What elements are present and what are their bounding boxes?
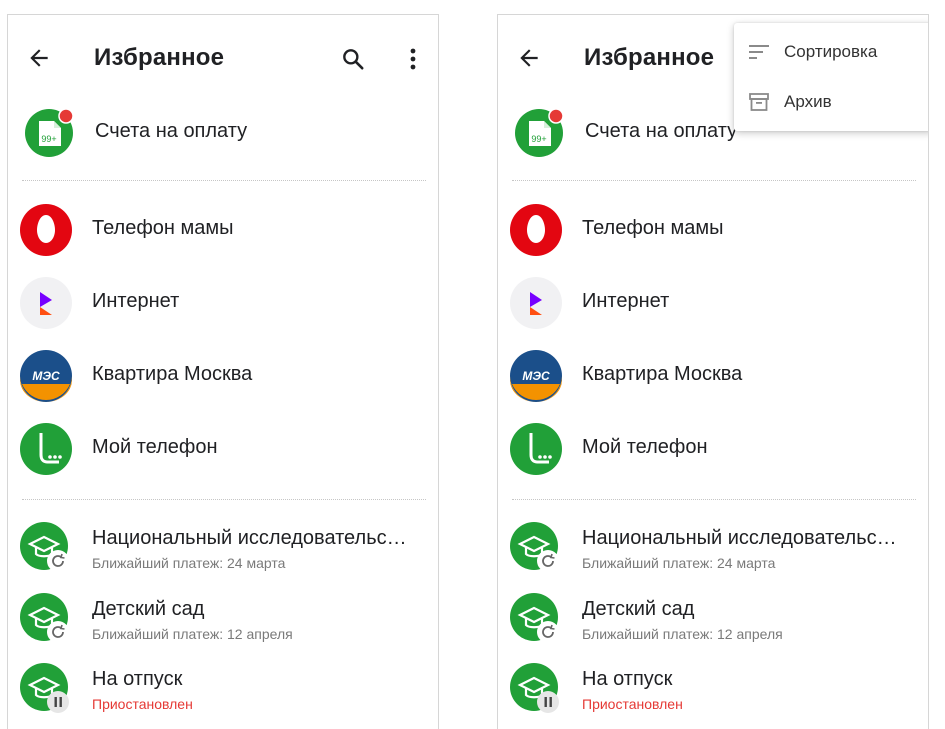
favorite-item[interactable]: Интернет: [8, 270, 438, 336]
favorite-label: Квартира Москва: [582, 363, 743, 385]
favorite-label: Мой телефон: [92, 436, 218, 458]
favorite-item[interactable]: МЭС Квартира Москва: [498, 343, 928, 409]
autopayment-label: На отпуск: [92, 668, 183, 690]
page-title: Избранное: [94, 44, 225, 71]
autopayment-item[interactable]: На отпуск Приостановлен: [498, 656, 928, 722]
autopayment-item[interactable]: На отпуск Приостановлен: [8, 656, 438, 722]
education-icon: [20, 593, 69, 643]
favorite-item[interactable]: МЭС Квартира Москва: [8, 343, 438, 409]
autopayment-label: Национальный исследовательс…: [582, 527, 897, 549]
favorite-label: Телефон мамы: [92, 217, 234, 239]
page-title: Избранное: [584, 44, 715, 71]
screen-favorites: Избранное 99+ Счета на оплату Телефон ма…: [7, 14, 439, 729]
autopayment-status: Ближайший платеж: 12 апреля: [582, 626, 783, 642]
favorite-label: Мой телефон: [582, 436, 708, 458]
education-icon: [510, 522, 559, 572]
education-paused-icon: [510, 663, 559, 713]
favorite-item[interactable]: Телефон мамы: [498, 197, 928, 263]
mes-icon: МЭС: [510, 350, 562, 402]
menu-item-sort[interactable]: Сортировка: [734, 27, 928, 77]
megafon-icon: [510, 423, 562, 475]
back-arrow-icon[interactable]: [26, 45, 52, 71]
megafon-icon: [20, 423, 72, 475]
favorite-item[interactable]: Телефон мамы: [8, 197, 438, 263]
svg-text:99+: 99+: [41, 134, 56, 144]
svg-text:99+: 99+: [531, 134, 546, 144]
mes-icon: МЭС: [20, 350, 72, 402]
favorite-label: Квартира Москва: [92, 363, 253, 385]
favorite-item[interactable]: Мой телефон: [498, 416, 928, 482]
favorite-label: Интернет: [92, 290, 180, 312]
autopayment-item[interactable]: Детский сад Ближайший платеж: 12 апреля: [8, 586, 438, 652]
sort-icon: [749, 45, 769, 59]
autopayment-label: Детский сад: [582, 598, 695, 620]
autopayment-status: Ближайший платеж: 24 марта: [582, 555, 776, 571]
mts-icon: [510, 204, 562, 256]
bills-icon: 99+: [515, 108, 564, 157]
divider: [512, 499, 916, 500]
favorite-item[interactable]: Мой телефон: [8, 416, 438, 482]
menu-item-label: Архив: [784, 92, 832, 111]
autopayment-item[interactable]: Национальный исследовательс… Ближайший п…: [498, 515, 928, 581]
autopayment-label: На отпуск: [582, 668, 673, 690]
autopayment-status: Ближайший платеж: 24 марта: [92, 555, 286, 571]
favorite-label: Телефон мамы: [582, 217, 724, 239]
education-icon: [20, 522, 69, 572]
education-paused-icon: [20, 663, 69, 713]
autopayment-item[interactable]: Национальный исследовательс… Ближайший п…: [8, 515, 438, 581]
back-arrow-icon[interactable]: [516, 45, 542, 71]
screen-favorites-menu-open: Избранное Сортировка Архив 99+ Счета на …: [497, 14, 929, 729]
autopayment-label: Национальный исследовательс…: [92, 527, 407, 549]
menu-item-label: Сортировка: [784, 42, 878, 61]
rostelecom-icon: [20, 277, 72, 329]
bills-to-pay-item[interactable]: 99+ Счета на оплату: [8, 100, 438, 166]
bills-icon: 99+: [25, 108, 74, 157]
search-icon[interactable]: [340, 46, 366, 72]
overflow-menu: Сортировка Архив: [734, 23, 928, 131]
rostelecom-icon: [510, 277, 562, 329]
mts-icon: [20, 204, 72, 256]
favorite-label: Интернет: [582, 290, 670, 312]
bills-label: Счета на оплату: [95, 120, 248, 142]
divider: [22, 499, 426, 500]
svg-text:МЭС: МЭС: [32, 369, 60, 383]
favorite-item[interactable]: Интернет: [498, 270, 928, 336]
autopayment-status-paused: Приостановлен: [92, 696, 193, 712]
divider: [512, 180, 916, 181]
autopayment-status-paused: Приостановлен: [582, 696, 683, 712]
svg-text:МЭС: МЭС: [522, 369, 550, 383]
archive-icon: [749, 93, 769, 111]
autopayment-status: Ближайший платеж: 12 апреля: [92, 626, 293, 642]
autopayment-item[interactable]: Детский сад Ближайший платеж: 12 апреля: [498, 586, 928, 652]
education-icon: [510, 593, 559, 643]
app-bar: Избранное: [8, 15, 438, 97]
bills-label: Счета на оплату: [585, 120, 738, 142]
menu-item-archive[interactable]: Архив: [734, 77, 928, 127]
autopayment-label: Детский сад: [92, 598, 205, 620]
divider: [22, 180, 426, 181]
more-vert-icon[interactable]: [405, 46, 421, 72]
